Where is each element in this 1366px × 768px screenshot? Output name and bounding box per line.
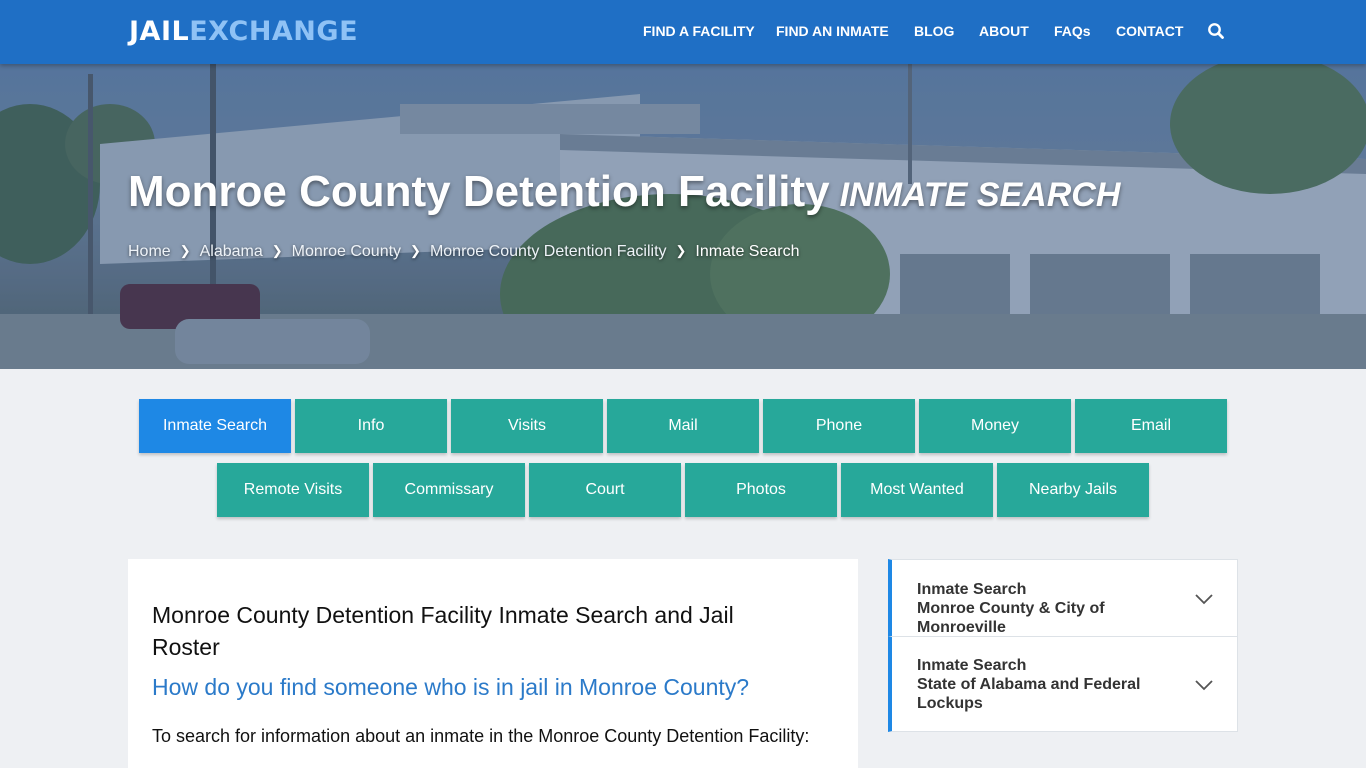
nav-find-inmate[interactable]: FIND AN INMATE bbox=[776, 23, 889, 39]
chevron-right-icon: ❯ bbox=[675, 243, 687, 258]
nav-blog[interactable]: BLOG bbox=[914, 23, 954, 39]
hero-banner: Monroe County Detention Facility INMATE S… bbox=[0, 64, 1366, 369]
breadcrumb: Home ❯ Alabama ❯ Monroe County ❯ Monroe County… bbox=[128, 243, 799, 261]
nav-find-facility[interactable]: FIND A FACILITY bbox=[643, 23, 755, 39]
tab-email[interactable]: Email bbox=[1075, 399, 1227, 453]
sidebar-accordion: Inmate Search Monroe County & City of Mo… bbox=[888, 559, 1238, 732]
jailexchange-logo[interactable]: JAILEXCHANGE bbox=[129, 16, 358, 48]
page-subtitle: INMATE SEARCH bbox=[839, 176, 1121, 214]
chevron-right-icon: ❯ bbox=[179, 243, 191, 258]
breadcrumb-current: Inmate Search bbox=[695, 243, 800, 260]
tab-money[interactable]: Money bbox=[919, 399, 1071, 453]
breadcrumb-monroe-county[interactable]: Monroe County bbox=[292, 243, 401, 260]
accordion-item-state[interactable]: Inmate Search State of Alabama and Feder… bbox=[888, 636, 1238, 732]
tab-mail[interactable]: Mail bbox=[607, 399, 759, 453]
accordion-item-county[interactable]: Inmate Search Monroe County & City of Mo… bbox=[888, 559, 1238, 636]
accordion-title: Inmate Search bbox=[917, 581, 1027, 598]
accordion-subtitle: State of Alabama and Federal Lockups bbox=[917, 676, 1141, 712]
nav-about[interactable]: ABOUT bbox=[979, 23, 1029, 39]
nav-faqs[interactable]: FAQs bbox=[1054, 23, 1091, 39]
logo-text-jail: JAIL bbox=[129, 16, 190, 47]
tab-inmate-search[interactable]: Inmate Search bbox=[139, 399, 291, 453]
breadcrumb-facility[interactable]: Monroe County Detention Facility bbox=[430, 243, 667, 260]
chevron-right-icon: ❯ bbox=[271, 243, 283, 258]
page-title: Monroe County Detention Facility INMATE S… bbox=[128, 167, 1120, 217]
tab-remote-visits[interactable]: Remote Visits bbox=[217, 463, 369, 517]
search-icon[interactable] bbox=[1207, 22, 1225, 40]
content-heading: Monroe County Detention Facility Inmate … bbox=[152, 602, 734, 660]
tab-nearby-jails[interactable]: Nearby Jails bbox=[997, 463, 1149, 517]
top-navbar: JAILEXCHANGE FIND A FACILITY FIND AN INM… bbox=[0, 0, 1366, 64]
tab-commissary[interactable]: Commissary bbox=[373, 463, 525, 517]
chevron-down-icon[interactable] bbox=[1195, 593, 1213, 605]
tab-visits[interactable]: Visits bbox=[451, 399, 603, 453]
accordion-subtitle: Monroe County & City of Monroeville bbox=[917, 600, 1105, 636]
logo-text-exchange: EXCHANGE bbox=[189, 16, 359, 47]
tab-phone[interactable]: Phone bbox=[763, 399, 915, 453]
tab-court[interactable]: Court bbox=[529, 463, 681, 517]
breadcrumb-alabama[interactable]: Alabama bbox=[200, 243, 263, 260]
tab-info[interactable]: Info bbox=[295, 399, 447, 453]
content-card: Monroe County Detention Facility Inmate … bbox=[128, 559, 858, 768]
content-intro: To search for information about an inmat… bbox=[152, 726, 810, 746]
tab-most-wanted[interactable]: Most Wanted bbox=[841, 463, 993, 517]
accordion-title: Inmate Search bbox=[917, 657, 1027, 674]
nav-contact[interactable]: CONTACT bbox=[1116, 23, 1183, 39]
facility-name: Monroe County Detention Facility bbox=[128, 167, 830, 216]
tab-photos[interactable]: Photos bbox=[685, 463, 837, 517]
chevron-down-icon[interactable] bbox=[1195, 679, 1213, 691]
content-question: How do you find someone who is in jail i… bbox=[152, 674, 750, 700]
chevron-right-icon: ❯ bbox=[410, 243, 421, 258]
breadcrumb-home[interactable]: Home bbox=[128, 243, 171, 260]
